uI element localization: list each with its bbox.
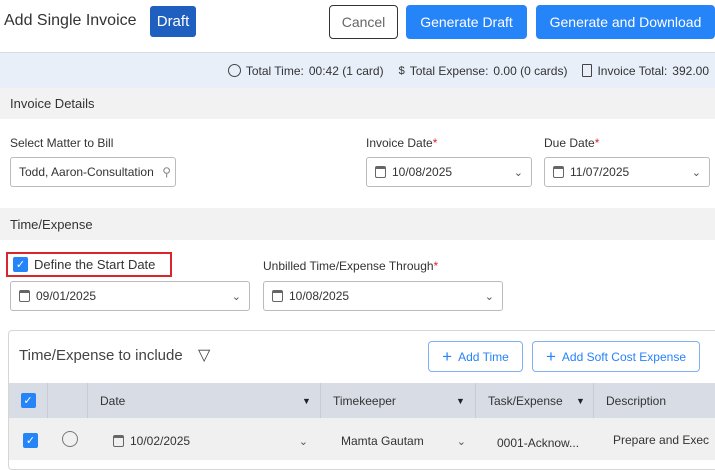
sort-caret-icon[interactable]: ▼ (302, 396, 311, 406)
status-badge: Draft (150, 6, 196, 37)
invoice-doc-icon (582, 64, 593, 77)
through-label: Unbilled Time/Expense Through* (263, 259, 439, 273)
calendar-icon (113, 435, 124, 447)
row-timekeeper-select[interactable]: Mamta Gautam ⌄ (341, 434, 466, 448)
clock-icon (227, 64, 241, 77)
due-date-label: Due Date* (544, 136, 600, 150)
due-date-value: 11/07/2025 (570, 165, 630, 179)
row-task[interactable]: 0001-Acknow... (497, 436, 579, 450)
include-title: Time/Expense to include (19, 347, 183, 364)
add-time-button[interactable]: + Add Time (428, 341, 523, 372)
calendar-icon (553, 166, 564, 178)
define-start-date-label: Define the Start Date (34, 257, 156, 272)
invoice-details-heading: Invoice Details (0, 88, 715, 119)
through-date-picker[interactable]: 10/08/2025 ⌄ (263, 281, 503, 311)
generate-draft-button[interactable]: Generate Draft (406, 5, 527, 39)
calendar-icon (375, 166, 386, 178)
invoice-date-picker[interactable]: 10/08/2025 ⌄ (366, 157, 532, 187)
invoice-date-label: Invoice Date* (366, 136, 438, 150)
table-row: ✓ 10/02/2025 ⌄ Mamta Gautam ⌄ 0001-Acknow.… (9, 418, 715, 460)
plus-icon: + (545, 346, 556, 366)
column-header-timekeeper[interactable]: Timekeeper ▼ (321, 383, 476, 418)
generate-download-button[interactable]: Generate and Download (536, 5, 715, 39)
through-date-value: 10/08/2025 (289, 289, 350, 303)
invoice-date-value: 10/08/2025 (392, 165, 453, 179)
row-date: 10/02/2025 (130, 434, 191, 448)
calendar-icon (19, 290, 30, 302)
row-date-picker[interactable]: 10/02/2025 ⌄ (113, 434, 308, 448)
row-timekeeper: Mamta Gautam (341, 434, 424, 448)
select-all-cell: ✓ (9, 383, 48, 418)
clock-icon (62, 431, 78, 447)
page-title: Add Single Invoice (4, 12, 137, 29)
cancel-button[interactable]: Cancel (329, 5, 398, 39)
total-time-label: Total Time: (245, 63, 304, 78)
add-soft-cost-button[interactable]: + Add Soft Cost Expense (532, 341, 700, 372)
column-header-date[interactable]: Date ▼ (88, 383, 321, 418)
select-all-checkbox[interactable]: ✓ (20, 393, 36, 408)
due-date-picker[interactable]: 11/07/2025 ⌄ (544, 157, 710, 187)
start-date-value: 09/01/2025 (36, 289, 97, 303)
row-description[interactable]: Prepare and Exec (613, 433, 715, 447)
total-time-value: 00:42 (1 card) (308, 63, 384, 78)
sort-caret-icon[interactable]: ▼ (576, 396, 585, 406)
column-header-task[interactable]: Task/Expense ▼ (476, 383, 594, 418)
add-soft-cost-label: Add Soft Cost Expense (561, 349, 686, 364)
checkbox-checked-icon: ✓ (13, 257, 28, 272)
chevron-down-icon: ⌄ (298, 435, 308, 448)
start-date-picker[interactable]: 09/01/2025 ⌄ (10, 281, 250, 311)
chevron-down-icon: ⌄ (484, 290, 494, 303)
define-start-date-checkbox[interactable]: ✓ Define the Start Date (6, 252, 172, 277)
type-column-header (48, 383, 88, 418)
chevron-down-icon: ⌄ (691, 166, 701, 179)
total-expense-value: 0.00 (0 cards) (493, 63, 568, 78)
filter-icon[interactable]: ▽ (198, 345, 210, 365)
add-time-label: Add Time (458, 349, 509, 364)
row-checkbox[interactable]: ✓ (23, 433, 38, 448)
matter-label: Select Matter to Bill (10, 136, 114, 150)
invoice-total-value: 392.00 (672, 63, 709, 78)
column-header-description[interactable]: Description (594, 383, 715, 418)
chevron-down-icon: ⌄ (231, 290, 241, 303)
chevron-down-icon: ⌄ (456, 435, 466, 448)
search-icon: ⚲ (162, 165, 171, 179)
calendar-icon (272, 290, 283, 302)
invoice-total-label: Invoice Total: (597, 63, 668, 78)
matter-input[interactable]: Todd, Aaron-Consultation ⚲ (10, 157, 176, 187)
summary-bar: Total Time: 00:42 (1 card) $ Total Expen… (0, 52, 715, 88)
plus-icon: + (442, 346, 453, 366)
sort-caret-icon[interactable]: ▼ (456, 396, 465, 406)
matter-value: Todd, Aaron-Consultation (19, 165, 154, 179)
total-expense-label: Total Expense: (409, 63, 489, 78)
chevron-down-icon: ⌄ (513, 166, 523, 179)
money-hand-icon: $ (398, 64, 405, 77)
time-expense-heading: Time/Expense (0, 208, 715, 240)
